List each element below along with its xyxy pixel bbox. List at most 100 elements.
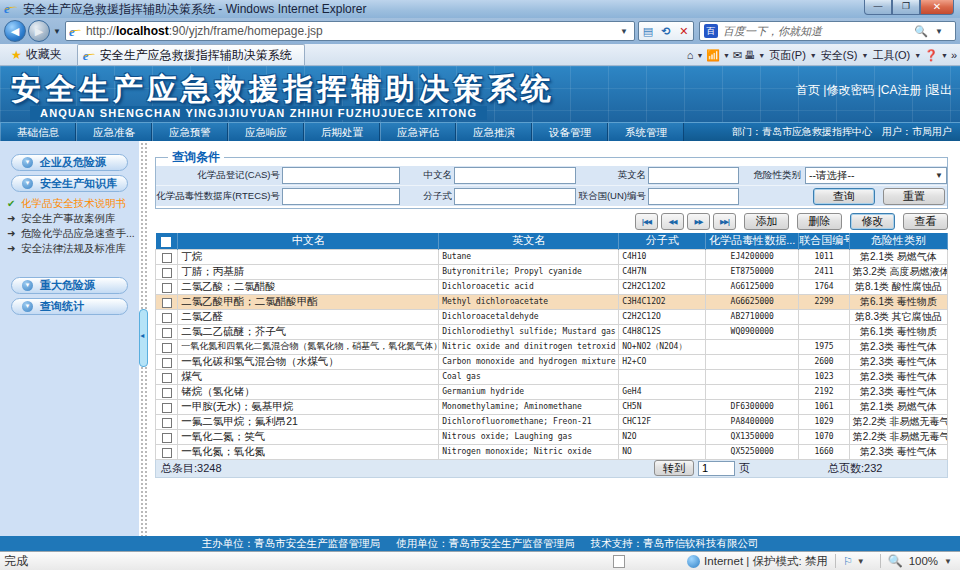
sidebar-group-2[interactable]: ▼重大危险源 <box>11 277 128 294</box>
splitter[interactable] <box>139 141 148 536</box>
column-header-4[interactable]: 联合国编号 <box>799 233 850 249</box>
recent-pages-dropdown[interactable]: ▼ <box>53 27 61 36</box>
nav-item-6[interactable]: 应急推演 <box>456 123 532 142</box>
reset-button[interactable]: 重置 <box>883 188 945 205</box>
table-row[interactable]: 二氯乙醛DichloroacetaldehydeC2H2C12OAB271000… <box>156 309 948 324</box>
stop-icon[interactable]: ✕ <box>675 22 693 40</box>
action-button-添加[interactable]: 添加 <box>744 213 789 230</box>
query-input-0[interactable] <box>282 167 400 184</box>
table-row[interactable]: 丁腈；丙基腈Butyronitrile; Propyl cyanideC4H7N… <box>156 264 948 279</box>
sidebar-item-1-2[interactable]: ➜危险化学品应急速查手... <box>0 226 139 241</box>
search-dropdown[interactable]: ▼ <box>935 27 943 36</box>
table-row[interactable]: 一甲胺(无水)；氨基甲烷Monomethylamine; Aminomethan… <box>156 399 948 414</box>
query-input-1[interactable] <box>454 167 576 184</box>
table-row[interactable]: 一氧化碳和氢气混合物（水煤气）Carbon monoxide and hydro… <box>156 354 948 369</box>
row-checkbox[interactable] <box>162 373 172 383</box>
row-checkbox[interactable] <box>162 328 172 338</box>
zone-dropdown[interactable]: ▼ <box>857 557 865 566</box>
table-row[interactable]: 一氧化二氮；笑气Nitrous oxide; Laughing gasN2OQX… <box>156 429 948 444</box>
row-checkbox[interactable] <box>162 358 172 368</box>
address-dropdown[interactable]: ▼ <box>617 27 631 36</box>
table-row[interactable]: 丁烷ButaneC4H10EJ42000001011第2.1类 易燃气体 <box>156 249 948 264</box>
favorites-button[interactable]: ★ 收藏夹 <box>4 46 69 64</box>
column-header-5[interactable]: 危险性类别 <box>849 233 947 249</box>
sidebar-item-1-3[interactable]: ➜安全法律法规及标准库 <box>0 241 139 256</box>
table-row[interactable]: 二氯二乙硫醚；芥子气Dichlorodiethyl sulfide; Musta… <box>156 324 948 339</box>
row-checkbox[interactable] <box>162 418 172 428</box>
row-checkbox[interactable] <box>162 433 172 443</box>
row-checkbox[interactable] <box>162 403 172 413</box>
sidebar-group-0[interactable]: ▼企业及危险源 <box>11 154 128 171</box>
page-menu[interactable]: 页面(P) <box>769 48 806 63</box>
help-icon[interactable]: ❓ <box>924 49 938 62</box>
row-checkbox[interactable] <box>162 298 172 308</box>
last-page-button[interactable]: ▶▶| <box>713 213 736 230</box>
column-header-1[interactable]: 英文名 <box>439 233 619 249</box>
mail-icon[interactable]: ✉ <box>733 49 742 62</box>
top-links[interactable]: 首页 |修改密码 |CA注册 |退出 <box>796 82 952 99</box>
column-header-3[interactable]: 化学品毒性数据... <box>706 233 799 249</box>
row-checkbox[interactable] <box>162 343 172 353</box>
home-icon[interactable]: ⌂ <box>687 49 694 61</box>
row-checkbox[interactable] <box>162 388 172 398</box>
nav-item-0[interactable]: 基础信息 <box>0 123 76 142</box>
sidebar-group-3[interactable]: ▼查询统计 <box>11 298 128 315</box>
action-button-修改[interactable]: 修改 <box>850 213 895 230</box>
row-checkbox[interactable] <box>162 253 172 263</box>
chevron-icon[interactable]: » <box>951 49 957 61</box>
back-button[interactable]: ◀ <box>4 20 26 42</box>
sidebar-group-1[interactable]: ▼安全生产知识库 <box>11 175 128 192</box>
search-box[interactable]: 百 百度一下，你就知道 🔍 ▼ <box>699 21 956 41</box>
nav-item-3[interactable]: 应急响应 <box>228 123 304 142</box>
minimize-button[interactable]: — <box>864 0 892 15</box>
search-icon[interactable]: 🔍 <box>914 25 928 38</box>
query-input-2[interactable] <box>648 167 739 184</box>
print-icon[interactable]: 🖶 <box>744 49 755 61</box>
nav-item-1[interactable]: 应急准备 <box>76 123 152 142</box>
nav-item-4[interactable]: 后期处置 <box>304 123 380 142</box>
row-checkbox[interactable] <box>162 283 172 293</box>
maximize-button[interactable]: ❐ <box>892 0 920 15</box>
first-page-button[interactable]: |◀◀ <box>635 213 658 230</box>
row-checkbox[interactable] <box>162 448 172 458</box>
compatibility-view-icon[interactable]: ▤ <box>639 22 657 40</box>
sidebar-item-1-0[interactable]: ✔化学品安全技术说明书 <box>0 196 139 211</box>
tools-menu[interactable]: 工具(O) <box>872 48 910 63</box>
table-row[interactable]: 一氧化氮和四氧化二氮混合物（氮氧化物，硝基气，氧化氮气体）Nitric oxid… <box>156 339 948 354</box>
refresh-icon[interactable]: ⟲ <box>657 22 675 40</box>
goto-page-input[interactable] <box>698 461 735 476</box>
sidebar-item-1-1[interactable]: ➜安全生产事故案例库 <box>0 211 139 226</box>
feeds-icon[interactable]: 📶 <box>706 49 720 62</box>
table-row[interactable]: 二氯乙酸甲酯；二氯醋酸甲酯Methyl dichloroacetateC3H4C… <box>156 294 948 309</box>
table-row[interactable]: 锗烷（氢化锗）Germanium hydrideGeH42192第2.3类 毒性… <box>156 384 948 399</box>
close-button[interactable]: ✕ <box>920 0 954 15</box>
row-checkbox[interactable] <box>162 313 172 323</box>
column-header-0[interactable]: 中文名 <box>178 233 439 249</box>
nav-item-2[interactable]: 应急预警 <box>152 123 228 142</box>
nav-item-5[interactable]: 应急评估 <box>380 123 456 142</box>
action-button-查看[interactable]: 查看 <box>903 213 948 230</box>
nav-item-8[interactable]: 系统管理 <box>608 123 684 142</box>
table-row[interactable]: 一氟二氯甲烷；氟利昂21Dichlorofluoromethane; Freon… <box>156 414 948 429</box>
column-header-2[interactable]: 分子式 <box>619 233 706 249</box>
goto-button[interactable]: 转到 <box>654 460 694 476</box>
zoom-dropdown[interactable]: ▼ <box>944 557 952 566</box>
forward-button[interactable]: ▶ <box>28 20 50 42</box>
splitter-collapse-handle[interactable] <box>139 309 148 367</box>
search-button[interactable]: 查询 <box>813 188 875 205</box>
action-button-删除[interactable]: 删除 <box>797 213 842 230</box>
zoom-icon[interactable]: 🔍 <box>888 554 903 568</box>
query-input2-2[interactable] <box>648 188 739 205</box>
next-page-button[interactable]: ▶▶ <box>687 213 710 230</box>
prev-page-button[interactable]: ◀◀ <box>661 213 684 230</box>
address-field[interactable]: http://localhost:90/yjzh/frame/homepage.… <box>65 21 635 41</box>
table-row[interactable]: 一氧化氮；氧化氮Nitrogen monoxide; Nitric oxideN… <box>156 444 948 459</box>
hazard-class-select[interactable]: --请选择--▼ <box>805 167 947 184</box>
safety-menu[interactable]: 安全(S) <box>821 48 858 63</box>
query-input2-1[interactable] <box>454 188 576 205</box>
select-all-checkbox[interactable] <box>161 237 171 247</box>
nav-item-7[interactable]: 设备管理 <box>532 123 608 142</box>
protected-mode-icon[interactable]: ⚐ <box>843 555 853 568</box>
table-row[interactable]: 煤气Coal gas1023第2.3类 毒性气体 <box>156 369 948 384</box>
browser-tab[interactable]: 安全生产应急救援指挥辅助决策系统 <box>77 44 305 65</box>
